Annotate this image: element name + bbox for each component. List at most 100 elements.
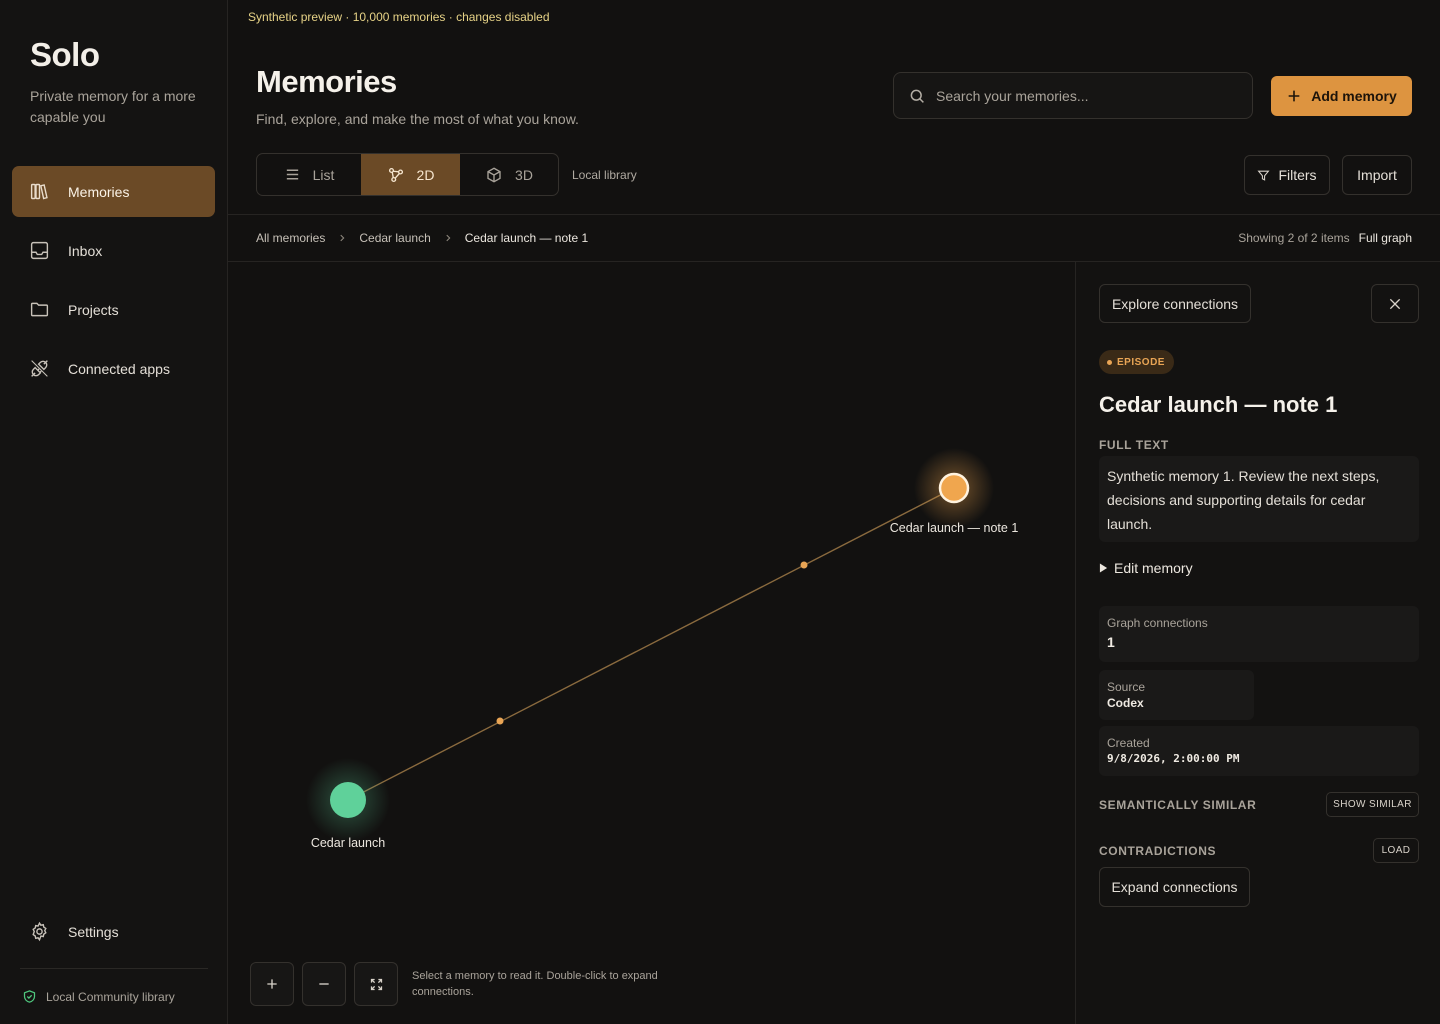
app-logo: Solo	[30, 36, 100, 73]
sidebar-item-label: Inbox	[68, 242, 103, 259]
graph-node-cedar-launch[interactable]	[330, 782, 366, 818]
source-stat: Source Codex	[1099, 670, 1254, 720]
plus-icon	[267, 979, 277, 989]
full-text-heading: FULL TEXT	[1099, 438, 1169, 452]
graph-node-label: Cedar launch — note 1	[890, 521, 1019, 535]
view-mode-label: 2D	[416, 166, 435, 183]
sidebar-item-label: Connected apps	[68, 360, 170, 377]
stat-label: Created	[1107, 736, 1150, 750]
full-graph-link[interactable]: Full graph	[1359, 231, 1412, 245]
similar-heading: SEMANTICALLY SIMILAR	[1099, 798, 1257, 812]
show-similar-button[interactable]: SHOW SIMILAR	[1326, 792, 1419, 817]
sidebar-item-settings[interactable]: Settings	[12, 906, 215, 957]
view-mode-label: List	[312, 166, 335, 183]
memory-full-text: Synthetic memory 1. Review the next step…	[1099, 456, 1419, 542]
filters-label: Filters	[1278, 167, 1317, 183]
plug-icon	[31, 360, 48, 377]
breadcrumb: All memories Cedar launch Cedar launch —…	[256, 231, 588, 245]
zoom-out-button[interactable]	[302, 962, 346, 1006]
books-icon	[30, 183, 48, 200]
close-icon	[1389, 298, 1401, 309]
library-status: Local Community library	[22, 989, 175, 1004]
search-icon	[910, 89, 924, 103]
badge-dot	[1107, 359, 1112, 365]
stat-label: Source	[1107, 680, 1146, 694]
contradictions-heading: CONTRADICTIONS	[1099, 844, 1217, 858]
graph-icon	[388, 167, 403, 182]
add-memory-button[interactable]: Add memory	[1271, 76, 1412, 116]
page-subtitle: Find, explore, and make the most of what…	[256, 111, 579, 127]
fit-view-button[interactable]	[354, 962, 398, 1006]
sidebar-item-projects[interactable]: Projects	[12, 284, 215, 335]
sidebar-item-label: Settings	[68, 923, 119, 940]
import-button[interactable]: Import	[1342, 155, 1412, 195]
expand-connections-button[interactable]: Expand connections	[1099, 867, 1250, 907]
header-divider	[228, 214, 1440, 215]
view-mode-label: 3D	[515, 166, 533, 183]
cube-icon	[487, 166, 501, 183]
memory-detail-panel: Explore connections EPISODE Cedar launch…	[1075, 262, 1440, 1024]
breadcrumb-item[interactable]: Cedar launch	[359, 231, 430, 245]
graph-node-label: Cedar launch	[311, 836, 385, 850]
sidebar-item-memories[interactable]: Memories	[12, 166, 215, 217]
filter-icon	[1257, 170, 1270, 181]
shield-check-icon	[23, 990, 36, 1003]
graph-connections-stat: Graph connections 1	[1099, 606, 1419, 662]
plus-icon	[1288, 90, 1300, 102]
explore-connections-button[interactable]: Explore connections	[1099, 284, 1251, 323]
graph-canvas[interactable]: Cedar launch Cedar launch — note 1	[228, 262, 1075, 1024]
sidebar-item-label: Memories	[68, 183, 130, 200]
load-contradictions-button[interactable]: LOAD	[1373, 838, 1419, 863]
result-count-text: Showing 2 of 2 items	[1238, 231, 1350, 245]
stat-value: 9/8/2026, 2:00:00 PM	[1107, 752, 1240, 765]
view-mode-3d[interactable]: 3D	[460, 154, 558, 195]
memory-type-badge: EPISODE	[1099, 350, 1174, 374]
stat-label: Graph connections	[1107, 616, 1208, 630]
close-panel-button[interactable]	[1371, 284, 1419, 323]
sidebar-divider	[20, 968, 208, 969]
view-mode-2d[interactable]: 2D	[361, 154, 460, 195]
graph-hint: Select a memory to read it. Double-click…	[412, 970, 658, 998]
library-scope-label: Local library	[572, 168, 637, 182]
graph-edge	[347, 487, 955, 801]
created-stat: Created 9/8/2026, 2:00:00 PM	[1099, 726, 1419, 776]
sidebar: Solo Private memory for a more capable y…	[0, 0, 228, 1024]
sidebar-item-connected-apps[interactable]: Connected apps	[12, 343, 215, 394]
search-input[interactable]	[936, 87, 1226, 104]
graph-node-cedar-launch-note-1[interactable]	[938, 472, 970, 504]
filters-button[interactable]: Filters	[1244, 155, 1330, 195]
list-icon	[286, 169, 298, 180]
preview-banner: Synthetic preview · 10,000 memories · ch…	[248, 10, 550, 24]
view-mode-list[interactable]: List	[257, 154, 361, 195]
edge-midpoint-marker	[496, 717, 504, 725]
gear-icon	[32, 921, 47, 942]
edit-memory-toggle[interactable]: Edit memory	[1099, 560, 1193, 576]
app-tagline: Private memory for a more capable you	[30, 88, 196, 125]
add-memory-label: Add memory	[1311, 88, 1397, 104]
minus-icon	[319, 983, 329, 985]
breadcrumb-item[interactable]: All memories	[256, 231, 325, 245]
sidebar-item-inbox[interactable]: Inbox	[12, 225, 215, 276]
chevron-right-icon	[446, 234, 451, 242]
zoom-in-button[interactable]	[250, 962, 294, 1006]
import-label: Import	[1357, 167, 1397, 183]
edit-memory-label: Edit memory	[1114, 560, 1193, 576]
memory-title: Cedar launch — note 1	[1099, 392, 1338, 417]
expand-icon	[370, 978, 382, 990]
stat-value: Codex	[1107, 696, 1144, 710]
stat-value: 1	[1107, 634, 1115, 650]
breadcrumb-current: Cedar launch — note 1	[464, 231, 589, 245]
badge-label: EPISODE	[1117, 356, 1165, 368]
inbox-icon	[30, 241, 49, 260]
caret-right-icon	[1099, 563, 1108, 573]
result-count: Showing 2 of 2 items Full graph	[1238, 231, 1412, 245]
search-box	[893, 72, 1253, 119]
edge-midpoint-marker	[800, 561, 808, 569]
page-title: Memories	[256, 64, 397, 99]
graph-svg: Cedar launch Cedar launch — note 1	[306, 448, 1019, 850]
chevron-right-icon	[340, 234, 345, 242]
view-mode-switch: List 2D 3D	[256, 153, 559, 196]
folder-icon	[30, 302, 49, 317]
sidebar-item-label: Projects	[68, 301, 119, 318]
library-status-label: Local Community library	[46, 989, 175, 1004]
